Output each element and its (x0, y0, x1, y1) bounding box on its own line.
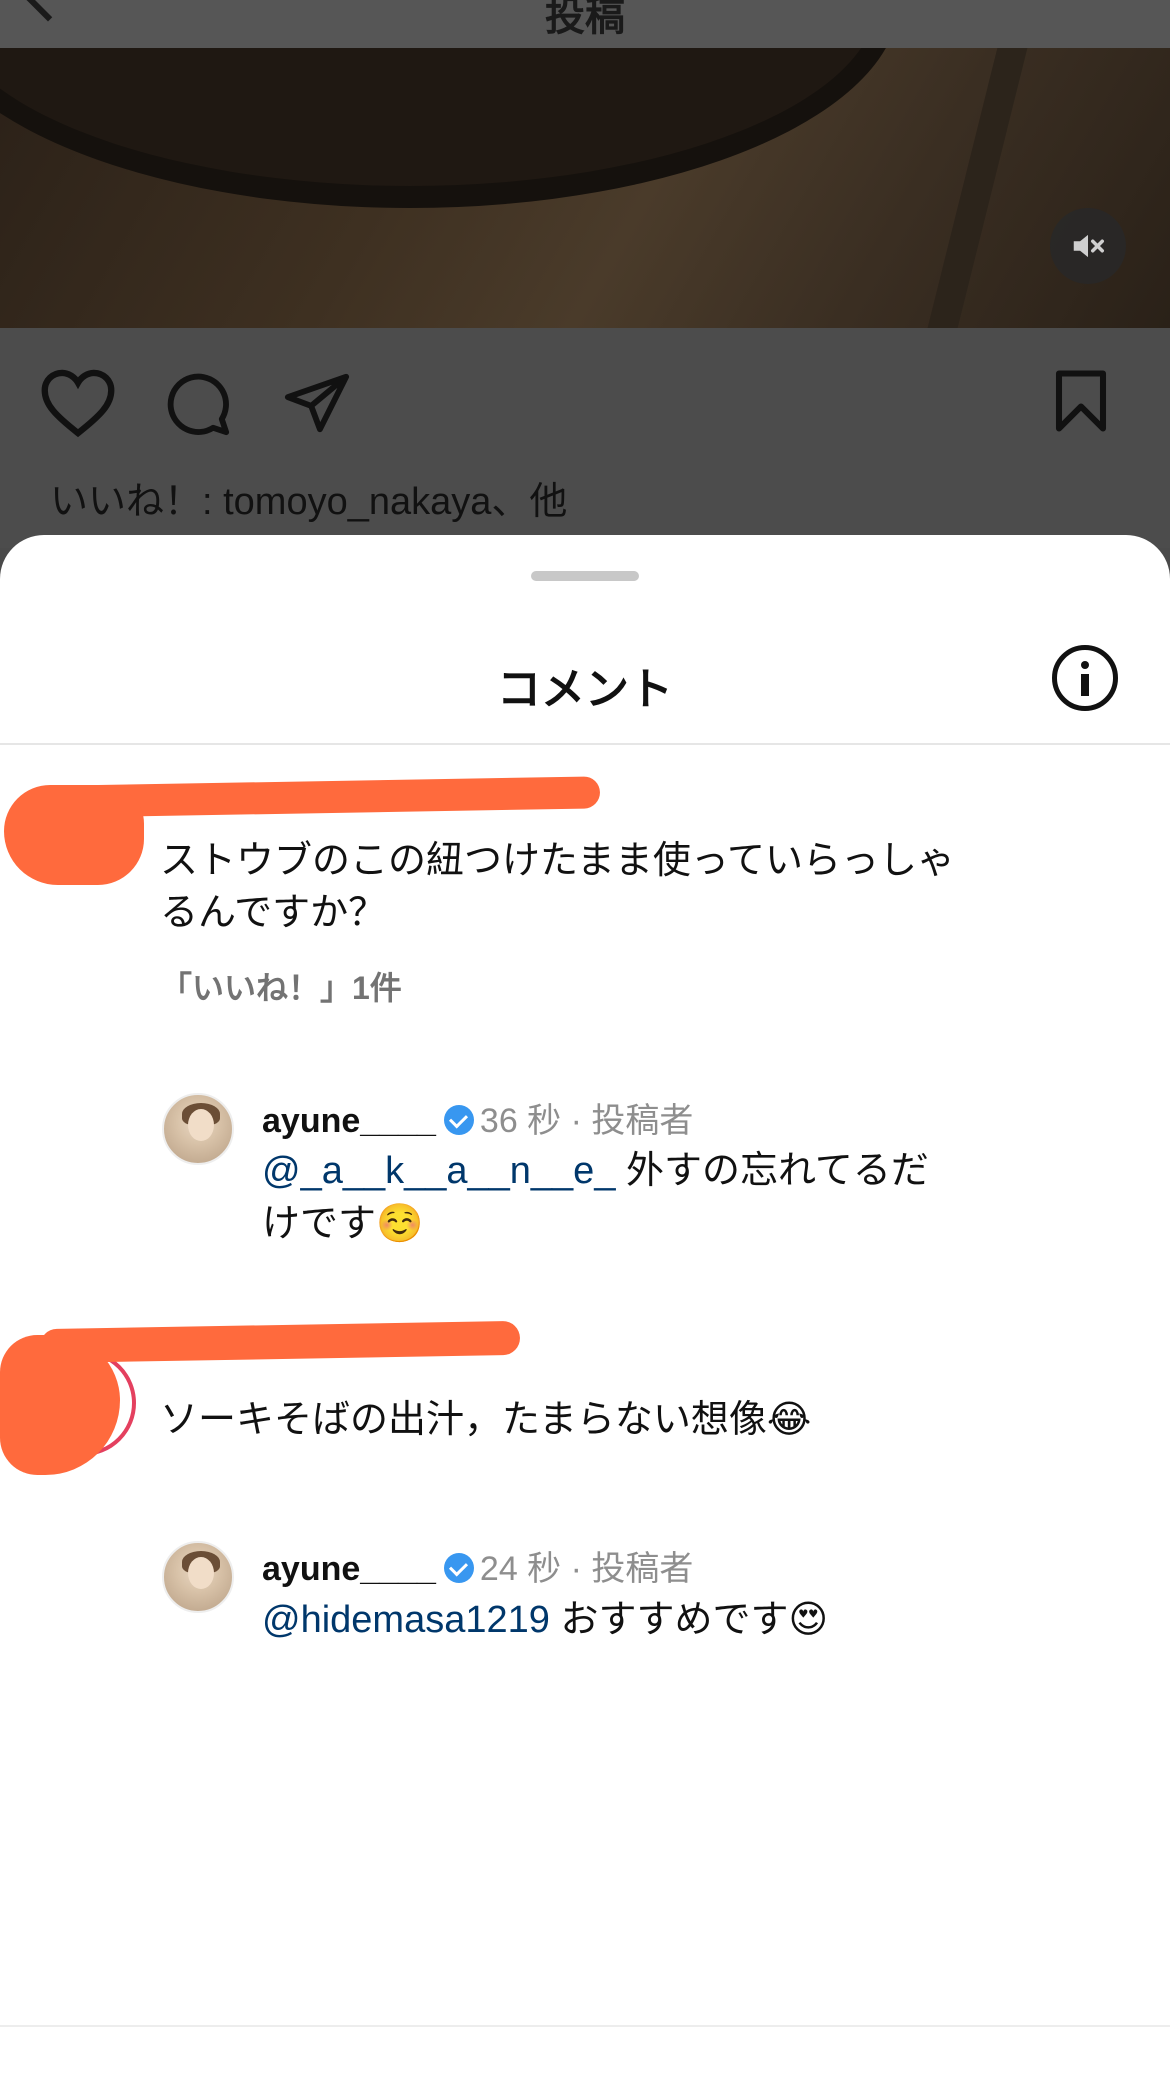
page-title: 投稿 (545, 0, 625, 39)
sheet-title: コメント (497, 665, 673, 714)
speaker-muted-icon (1073, 234, 1104, 258)
post-likes-summary[interactable]: いいね！: tomoyo_nakaya、他 (50, 470, 567, 525)
info-icon[interactable] (1052, 645, 1118, 711)
bottom-divider (0, 2025, 1170, 2027)
mention-link[interactable]: @_a__k__a__n__e_ (262, 1150, 615, 1192)
reply-role: 投稿者 (591, 1102, 694, 1140)
reply-time: 24 秒 (479, 1550, 562, 1588)
verified-badge-icon (443, 1105, 474, 1135)
reply-text: @hidemasa1219 おすすめです😍 (262, 1597, 829, 1641)
smile-emoji: ☺️ (376, 1201, 424, 1245)
post-media[interactable] (0, 48, 1170, 328)
comment-text: ストウブのこの紐つけたまま使っていらっしゃ るんですか？ (160, 840, 955, 934)
comments-sheet: コメント ストウブのこの紐つけたまま使っていらっしゃ るんですか？ 「いいね！」… (0, 535, 1170, 2080)
media-stripe (922, 48, 1028, 328)
share-icon[interactable] (282, 368, 352, 438)
reply-username[interactable]: ayune____ (262, 1550, 436, 1588)
reply-role: 投稿者 (591, 1550, 694, 1588)
media-pot-shape (0, 48, 900, 208)
sheet-drag-handle[interactable] (531, 571, 639, 581)
mute-button[interactable] (1050, 208, 1126, 284)
mention-link[interactable]: @hidemasa1219 (262, 1599, 550, 1641)
top-bar: 投稿 (0, 0, 1170, 48)
reply-username[interactable]: ayune____ (262, 1102, 436, 1140)
redaction-mark (39, 1320, 521, 1364)
comment-icon[interactable] (162, 368, 232, 438)
reply-text: @_a__k__a__n__e_ 外すの忘れてるだ けです☺️ (262, 1150, 929, 1245)
redaction-mark (4, 785, 144, 885)
sheet-divider (0, 743, 1170, 745)
verified-badge-icon (443, 1553, 474, 1583)
reply-header: ayune____ 24 秒 · 投稿者 (262, 1550, 694, 1588)
heart-icon[interactable] (40, 368, 116, 438)
reply-time: 36 秒 (479, 1102, 562, 1140)
tears-of-joy-emoji: 😂 (766, 1397, 812, 1441)
reply-header: ayune____ 36 秒 · 投稿者 (262, 1102, 694, 1140)
avatar[interactable] (162, 1541, 234, 1613)
redaction-mark (0, 1335, 120, 1475)
heart-eyes-emoji: 😍 (788, 1597, 829, 1641)
comment-text: ソーキそばの出汁，たまらない想像😂 (160, 1397, 812, 1441)
comment-like-count[interactable]: 「いいね！」1件 (160, 963, 402, 1009)
avatar[interactable] (162, 1093, 234, 1165)
bookmark-icon[interactable] (1052, 368, 1110, 434)
